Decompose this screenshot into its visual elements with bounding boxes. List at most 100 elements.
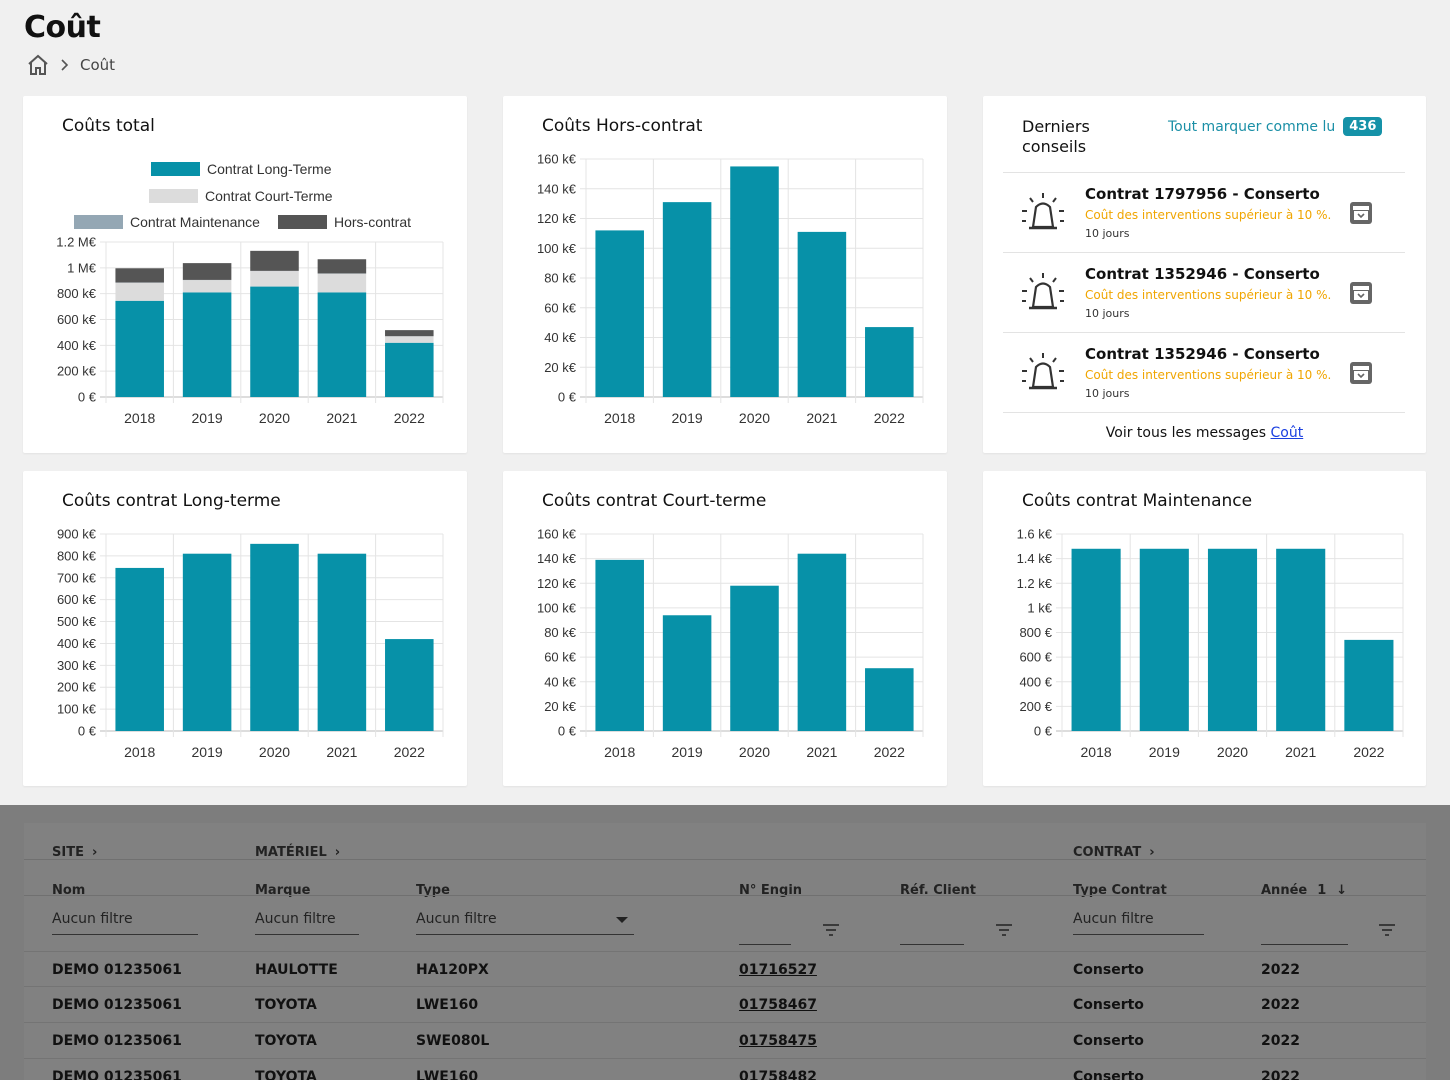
filter-ref-input[interactable]	[900, 923, 964, 945]
filter-type-select[interactable]: Aucun filtre	[416, 911, 634, 935]
y-tick-label: 100 k€	[537, 241, 577, 256]
bar[interactable]	[662, 615, 712, 731]
archive-icon[interactable]	[1350, 202, 1372, 224]
group-materiel[interactable]: MATÉRIEL ›	[255, 845, 340, 860]
x-tick-label: 2020	[739, 744, 770, 760]
filter-type-value: Aucun filtre	[416, 911, 497, 927]
bar[interactable]	[797, 231, 847, 397]
chevron-right-icon	[60, 59, 70, 71]
message-title[interactable]: Contrat 1797956 - Conserto	[1085, 185, 1320, 203]
x-tick-label: 2019	[672, 410, 703, 426]
legend-label[interactable]: Contrat Court-Terme	[205, 188, 333, 204]
group-site-label: SITE	[52, 845, 84, 860]
bar[interactable]	[182, 553, 232, 731]
bar-contrat-long-terme[interactable]	[182, 292, 232, 397]
y-tick-label: 120 k€	[537, 211, 577, 226]
divider	[24, 859, 1426, 860]
x-tick-label: 2022	[874, 410, 905, 426]
bar[interactable]	[1276, 548, 1326, 731]
bar-contrat-long-terme[interactable]	[317, 292, 367, 397]
bar[interactable]	[730, 166, 779, 397]
message-subtitle: Coût des interventions supérieur à 10 %.	[1085, 208, 1332, 222]
bar[interactable]	[662, 202, 712, 397]
bar[interactable]	[385, 639, 434, 731]
table-row[interactable]: DEMO 01235061 TOYOTA SWE080L 01758475 Conser…	[24, 1023, 1426, 1059]
cell-engin[interactable]: 01758467	[739, 997, 817, 1013]
bar-contrat-long-terme[interactable]	[385, 342, 434, 397]
mark-all-read-button[interactable]: Tout marquer comme lu 436	[1168, 117, 1383, 136]
archive-icon[interactable]	[1350, 362, 1372, 384]
y-tick-label: 60 k€	[544, 300, 577, 315]
message-title[interactable]: Contrat 1352946 - Conserto	[1085, 265, 1320, 283]
group-site[interactable]: SITE ›	[52, 845, 97, 860]
y-tick-label: 100 k€	[537, 600, 577, 615]
table-row[interactable]: DEMO 01235061 TOYOTA LWE160 01758482 Consert…	[24, 1059, 1426, 1080]
filter-icon[interactable]	[1378, 923, 1396, 941]
y-tick-label: 20 k€	[544, 699, 577, 714]
advice-message[interactable]: Contrat 1352946 - Conserto Coût des inter…	[1003, 252, 1405, 332]
bar[interactable]	[595, 230, 644, 397]
archive-icon[interactable]	[1350, 282, 1372, 304]
bar-contrat-court-terme[interactable]	[385, 336, 434, 343]
chart-long-terme: 0 € 100 k€ 200 k€ 300 k€ 400 k€ 500 k€ 600 k€ 7…	[57, 527, 444, 760]
filter-marque-input[interactable]: Aucun filtre	[255, 911, 359, 935]
cell-engin[interactable]: 01758475	[739, 1033, 817, 1049]
advice-message[interactable]: Contrat 1352946 - Conserto Coût des inter…	[1003, 332, 1405, 412]
bar[interactable]	[1207, 548, 1258, 731]
y-tick-label: 300 k€	[57, 658, 97, 673]
group-contrat-label: CONTRAT	[1073, 845, 1142, 860]
home-icon[interactable]	[26, 54, 50, 76]
filter-nom-input[interactable]: Aucun filtre	[52, 911, 198, 935]
bar-contrat-long-terme[interactable]	[250, 286, 299, 397]
filter-icon[interactable]	[822, 923, 840, 941]
legend-label[interactable]: Hors-contrat	[334, 214, 411, 230]
y-tick-label: 200 k€	[57, 680, 97, 695]
bar[interactable]	[1139, 548, 1189, 731]
bar-contrat-long-terme[interactable]	[115, 300, 164, 397]
cell-type-contrat: Conserto	[1073, 1069, 1144, 1080]
bar-contrat-court-terme[interactable]	[182, 280, 232, 293]
legend-label[interactable]: Contrat Long-Terme	[207, 161, 332, 177]
cell-engin[interactable]: 01758482	[739, 1069, 817, 1080]
bar-hors-contrat[interactable]	[115, 268, 164, 283]
legend-label[interactable]: Contrat Maintenance	[130, 214, 260, 230]
see-all-link[interactable]: Coût	[1271, 425, 1304, 441]
bar[interactable]	[250, 543, 299, 731]
bar[interactable]	[865, 327, 914, 397]
bar[interactable]	[317, 553, 367, 731]
filter-icon[interactable]	[995, 923, 1013, 941]
filter-engin-input[interactable]	[739, 923, 791, 945]
y-tick-label: 120 k€	[537, 576, 577, 591]
bar-contrat-court-terme[interactable]	[250, 271, 299, 287]
bar[interactable]	[797, 553, 847, 731]
bar-hors-contrat[interactable]	[182, 263, 232, 280]
bar-hors-contrat[interactable]	[317, 259, 367, 274]
bar[interactable]	[595, 559, 644, 731]
cell-annee: 2022	[1261, 997, 1300, 1013]
chart-card-court-terme: Coûts contrat Court-terme 0 €20 k€ 40 k€ 6…	[503, 471, 947, 786]
bar-contrat-court-terme[interactable]	[115, 282, 164, 301]
group-contrat[interactable]: CONTRAT ›	[1073, 845, 1155, 860]
x-tick-label: 2020	[259, 744, 290, 760]
table-row[interactable]: DEMO 01235061 TOYOTA LWE160 01758467 Consert…	[24, 987, 1426, 1023]
cell-engin[interactable]: 01716527	[739, 962, 817, 978]
bar[interactable]	[730, 585, 779, 731]
message-title[interactable]: Contrat 1352946 - Conserto	[1085, 345, 1320, 363]
breadcrumb: Coût	[26, 54, 115, 76]
advice-message[interactable]: Contrat 1797956 - Conserto Coût des inter…	[1003, 172, 1405, 252]
equipment-table: SITE › MATÉRIEL › CONTRAT › Nom Marque Type…	[24, 823, 1426, 1080]
x-tick-label: 2019	[1149, 744, 1180, 760]
x-tick-label: 2022	[1353, 744, 1384, 760]
bar-hors-contrat[interactable]	[250, 250, 299, 271]
filter-annee-input[interactable]	[1261, 923, 1348, 945]
bar[interactable]	[1071, 548, 1121, 731]
bar[interactable]	[1344, 639, 1394, 731]
chart-total: Contrat Long-Terme Contrat Court-Terme Con…	[56, 161, 444, 426]
filter-type-contrat-input[interactable]: Aucun filtre	[1073, 911, 1204, 935]
y-tick-label: 40 k€	[544, 674, 577, 689]
bar-hors-contrat[interactable]	[385, 330, 434, 337]
bar[interactable]	[115, 567, 164, 731]
table-row[interactable]: DEMO 01235061 HAULOTTE HA120PX 01716527 Cons…	[24, 951, 1426, 987]
bar[interactable]	[865, 668, 914, 731]
bar-contrat-court-terme[interactable]	[317, 273, 367, 293]
